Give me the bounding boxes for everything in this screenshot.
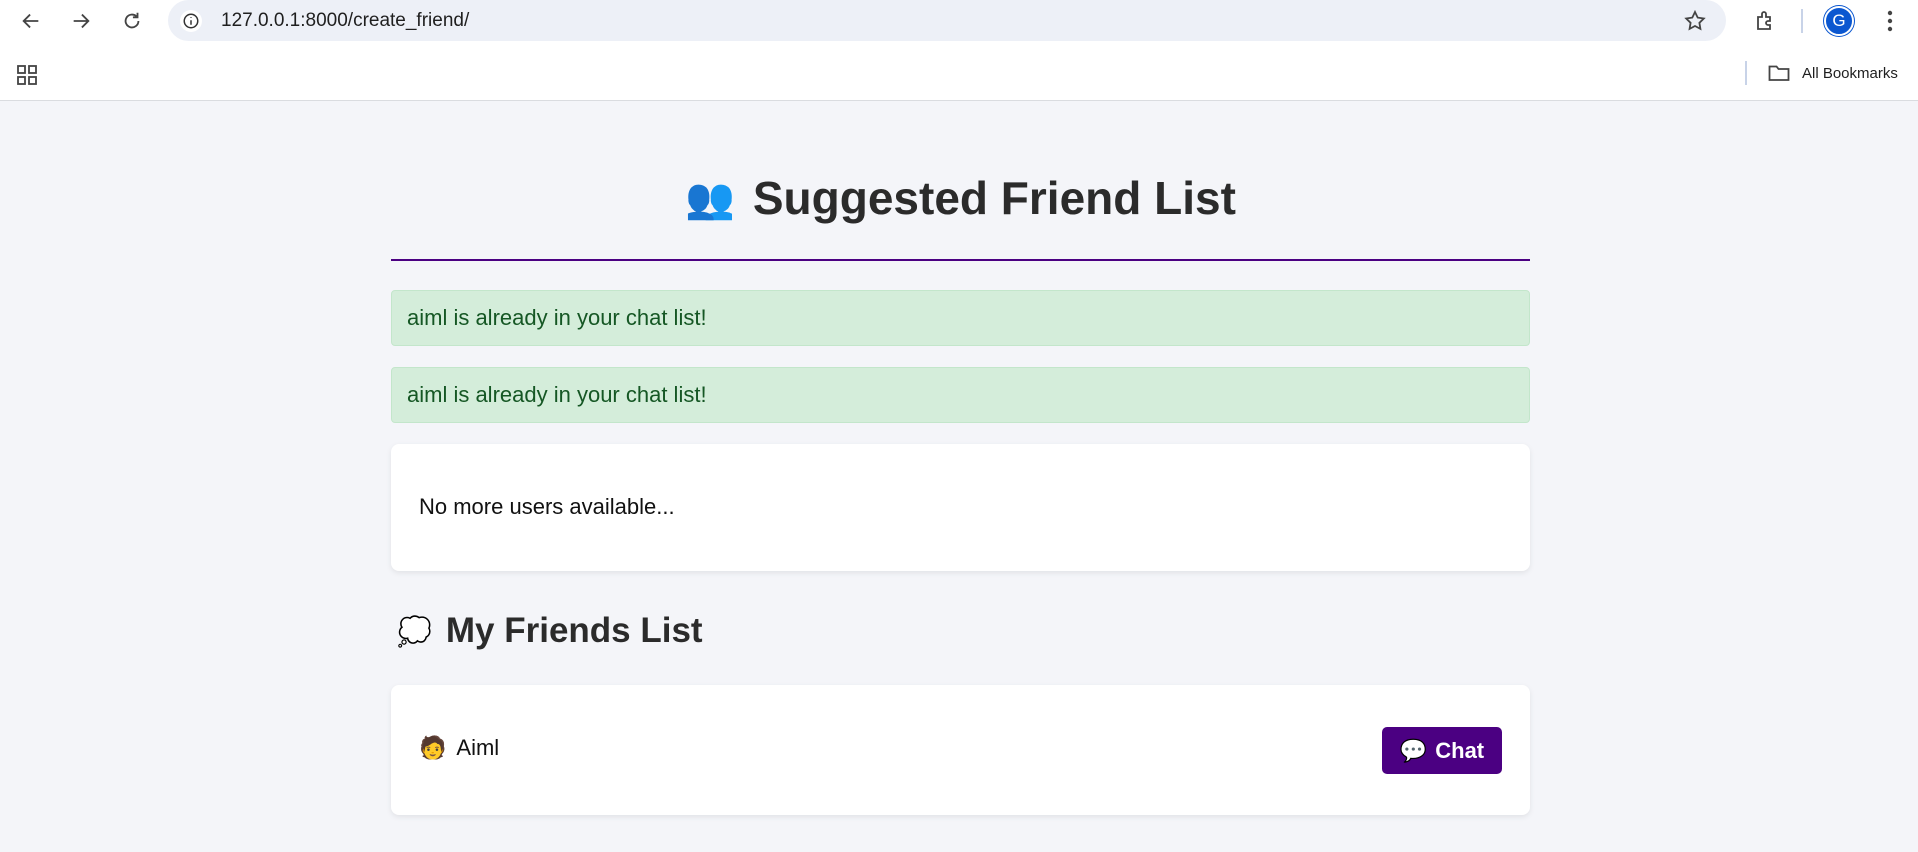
arrow-right-icon	[73, 13, 90, 29]
profile-avatar[interactable]: G	[1824, 6, 1854, 36]
apps-grid-icon[interactable]	[13, 61, 41, 89]
browser-toolbar: 127.0.0.1:8000/create_friend/ G	[0, 0, 1918, 41]
friends-heading-text: My Friends List	[445, 611, 703, 650]
person-icon: 🧑	[419, 735, 447, 760]
more-menu-icon[interactable]	[1875, 6, 1905, 36]
all-bookmarks-button[interactable]: All Bookmarks	[1768, 59, 1898, 87]
site-info-icon[interactable]	[180, 10, 202, 32]
back-button[interactable]	[16, 6, 46, 36]
browser-chrome: 127.0.0.1:8000/create_friend/ G All Book…	[0, 0, 1918, 101]
bookmarks-bar: All Bookmarks	[0, 53, 1918, 93]
friend-name: Aiml	[456, 735, 500, 760]
bookmark-star-icon[interactable]	[1680, 6, 1710, 36]
suggested-users-card: No more users available...	[391, 444, 1530, 571]
url-text[interactable]: 127.0.0.1:8000/create_friend/	[221, 10, 469, 32]
address-bar[interactable]: 127.0.0.1:8000/create_friend/	[168, 0, 1726, 41]
title-divider	[391, 259, 1530, 261]
toolbar-separator	[1801, 9, 1803, 33]
all-bookmarks-label: All Bookmarks	[1802, 64, 1898, 82]
forward-button[interactable]	[66, 6, 96, 36]
page-title: 👥 Suggested Friend List	[391, 171, 1530, 225]
alert-message: aiml is already in your chat list!	[391, 290, 1530, 346]
chat-button-label: Chat	[1435, 737, 1485, 763]
extensions-icon[interactable]	[1750, 6, 1780, 36]
thought-bubble-icon: 💭	[397, 615, 432, 647]
people-icon: 👥	[685, 176, 735, 221]
chat-button[interactable]: 💬 Chat	[1382, 727, 1502, 774]
page-title-text: Suggested Friend List	[752, 172, 1236, 224]
speech-bubble-icon: 💬	[1399, 737, 1428, 763]
friends-heading: 💭 My Friends List	[397, 611, 703, 651]
folder-icon	[1768, 65, 1790, 81]
friend-card: 🧑 Aiml 💬 Chat	[391, 685, 1530, 815]
empty-message: No more users available...	[419, 494, 675, 519]
friend-item: 🧑 Aiml	[419, 735, 499, 761]
alert-message: aiml is already in your chat list!	[391, 367, 1530, 423]
bookmarks-separator	[1745, 61, 1747, 85]
arrow-left-icon	[22, 13, 39, 29]
reload-icon	[124, 12, 140, 29]
reload-button[interactable]	[117, 6, 147, 36]
